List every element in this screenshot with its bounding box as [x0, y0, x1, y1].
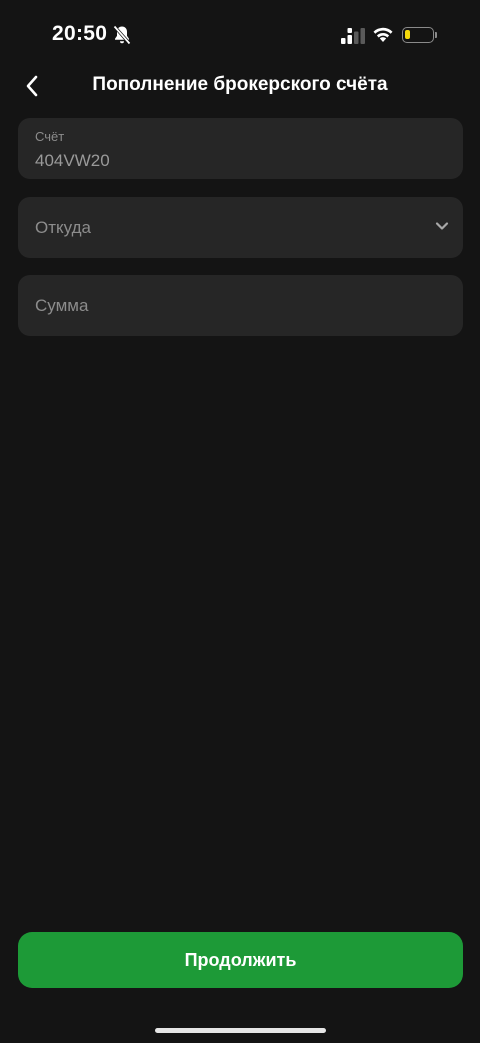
- page-title: Пополнение брокерского счёта: [92, 74, 388, 95]
- status-bar: 20:50: [0, 0, 480, 70]
- source-select[interactable]: Откуда: [18, 197, 463, 258]
- account-label: Счёт: [35, 129, 65, 144]
- status-time: 20:50: [52, 22, 108, 45]
- bell-slash-icon: [113, 25, 131, 45]
- wifi-icon: [373, 27, 393, 42]
- source-placeholder: Откуда: [35, 218, 91, 237]
- home-indicator: [155, 1028, 326, 1033]
- account-field: Счёт 404VW20: [18, 118, 463, 179]
- battery-level: [405, 30, 410, 39]
- deposit-screen: 20:50 Пополнение брокерского счёта Счёт …: [0, 0, 480, 1043]
- account-value: 404VW20: [35, 151, 110, 170]
- amount-input[interactable]: [18, 275, 463, 336]
- cellular-signal-icon: [341, 28, 365, 44]
- nav-header: Пополнение брокерского счёта: [0, 66, 480, 106]
- amount-field[interactable]: [18, 275, 463, 336]
- continue-button[interactable]: Продолжить: [18, 932, 463, 988]
- battery-icon: [402, 27, 437, 43]
- chevron-down-icon: [435, 222, 449, 230]
